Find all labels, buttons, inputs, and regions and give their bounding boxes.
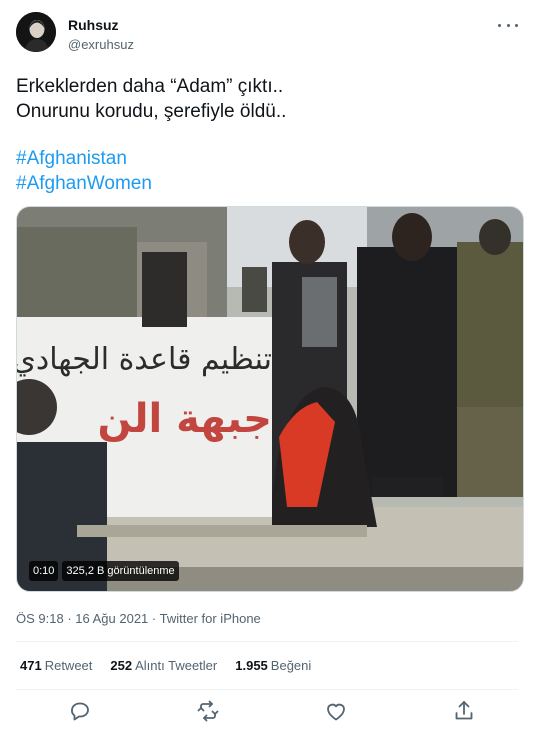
hashtag-link[interactable]: #Afghanistan [16,146,152,171]
tweet-timestamp: ÖS 9:18 · 16 Ağu 2021 · Twitter for iPho… [16,610,261,628]
divider [16,641,518,642]
like-icon[interactable] [324,699,348,723]
handle[interactable]: @exruhsuz [68,36,134,54]
quotes-stat[interactable]: 252 Alıntı Tweetler [110,657,217,675]
more-dots-icon[interactable] [498,18,518,32]
tweet-time[interactable]: ÖS 9:18 [16,611,64,626]
hashtag-link[interactable]: #AfghanWomen [16,171,152,196]
wall-text-top: تنظيم قاعدة الجهادي [17,342,272,377]
quotes-count: 252 [110,658,133,673]
likes-label: Beğeni [270,658,312,673]
tweet-date[interactable]: 16 Ağu 2021 [75,611,148,626]
share-icon[interactable] [452,699,476,723]
reply-icon[interactable] [68,699,92,723]
retweets-count: 471 [20,658,42,673]
author-names: Ruhsuz @exruhsuz [68,16,134,54]
video-meta: 0:10 325,2 B görüntülenme [29,561,179,581]
video-views: 325,2 B görüntülenme [62,561,179,581]
video-player[interactable]: تنظيم قاعدة الجهادي جبهة الن 0:10 325,2 … [16,206,524,592]
wall-text-bottom: جبهة الن [98,396,272,442]
tweet-source[interactable]: Twitter for iPhone [160,611,261,626]
hashtags: #Afghanistan #AfghanWomen [16,146,152,196]
likes-stat[interactable]: 1.955 Beğeni [235,657,311,675]
quotes-label: Alıntı Tweetler [135,658,218,673]
tweet-text: Erkeklerden daha “Adam” çıktı.. Onurunu … [16,74,516,124]
timestamp-separator: · [148,611,160,626]
timestamp-separator: · [63,611,76,626]
tweet-text-line: Onurunu korudu, şerefiyle öldü.. [16,101,287,122]
divider [16,689,518,690]
retweets-stat[interactable]: 471 Retweet [20,657,92,675]
retweets-label: Retweet [44,658,93,673]
tweet-header: Ruhsuz @exruhsuz [16,12,518,60]
action-bar [16,699,518,723]
display-name[interactable]: Ruhsuz [68,16,134,34]
likes-count: 1.955 [235,658,268,673]
tweet-card: Ruhsuz @exruhsuz Erkeklerden daha “Adam”… [0,0,534,742]
retweet-icon[interactable] [196,699,220,723]
tweet-stats: 471 Retweet 252 Alıntı Tweetler 1.955 Beğen… [20,657,311,675]
video-duration: 0:10 [29,561,59,581]
tweet-text-line: Erkeklerden daha “Adam” çıktı.. [16,76,284,97]
video-frame: تنظيم قاعدة الجهادي جبهة الن [17,207,523,591]
avatar[interactable] [16,12,56,52]
